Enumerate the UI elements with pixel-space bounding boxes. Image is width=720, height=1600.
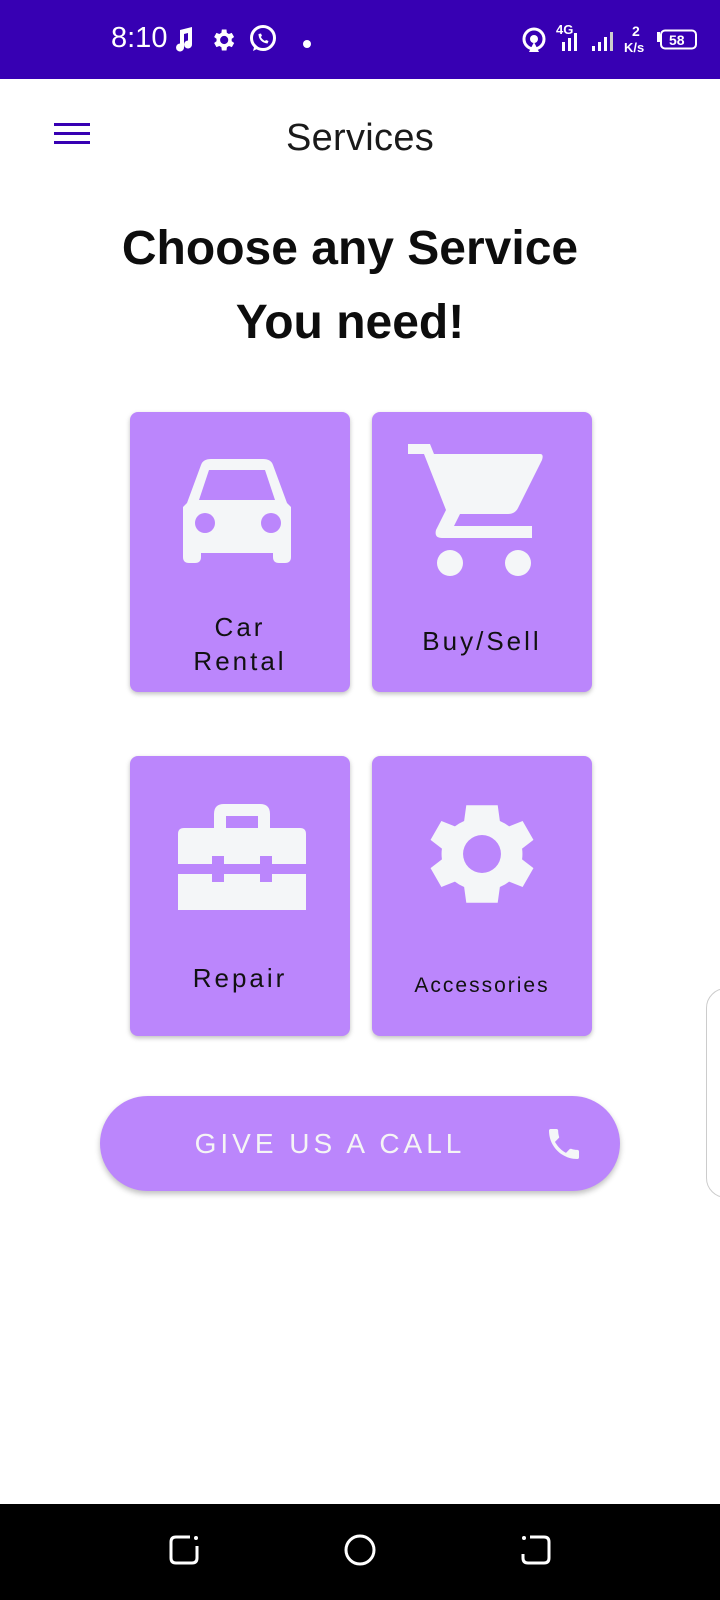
service-label-buy-sell: Buy/Sell xyxy=(422,626,542,656)
service-card-car-rental[interactable]: Car Rental xyxy=(130,412,350,692)
home-icon xyxy=(344,1534,376,1566)
edge-panel-handle[interactable] xyxy=(706,988,720,1198)
home-button[interactable] xyxy=(342,1532,378,1573)
speed-unit: K/s xyxy=(624,40,645,55)
service-label-car-rental: Car Rental xyxy=(140,610,340,678)
service-card-buy-sell[interactable]: Buy/Sell xyxy=(372,412,592,692)
give-us-a-call-button[interactable]: GIVE US A CALL xyxy=(100,1096,620,1191)
back-button[interactable] xyxy=(518,1532,554,1573)
back-icon xyxy=(521,1535,551,1565)
speed-value: 2 xyxy=(632,23,640,39)
recents-icon xyxy=(169,1535,199,1565)
service-label-repair: Repair xyxy=(192,963,288,993)
recents-button[interactable] xyxy=(166,1532,202,1573)
status-time: 8:10 xyxy=(111,22,168,54)
service-card-repair[interactable]: Repair xyxy=(130,756,350,1036)
settings-notification-icon xyxy=(209,26,237,59)
navigation-bar xyxy=(0,1504,720,1600)
music-notification-icon xyxy=(172,26,196,57)
whatsapp-icon xyxy=(248,24,278,59)
app-bar: Services xyxy=(0,79,720,201)
services-heading: Choose any Service You need! xyxy=(80,212,620,360)
dot-icon xyxy=(302,36,312,54)
phone-icon xyxy=(549,1129,579,1159)
toolbox-icon xyxy=(130,756,350,946)
hotspot-icon xyxy=(520,26,548,59)
service-label-line-2: Rental xyxy=(193,646,287,676)
service-card-accessories[interactable]: Accessories xyxy=(372,756,592,1036)
heading-line-1: Choose any Service xyxy=(121,222,579,275)
heading-line-2: You need! xyxy=(235,296,465,349)
call-button-label: GIVE US A CALL xyxy=(194,1128,466,1159)
status-bar: 8:10 4G 2 K/s 58 xyxy=(0,0,720,79)
car-icon xyxy=(130,412,350,602)
page-title: Services xyxy=(285,117,435,159)
signal-icon xyxy=(554,30,624,57)
service-label-accessories: Accessories xyxy=(414,974,550,997)
battery-level: 58 xyxy=(669,32,685,48)
gear-icon xyxy=(372,756,592,946)
cart-icon xyxy=(372,412,592,602)
service-label-line-1: Car xyxy=(214,612,266,642)
